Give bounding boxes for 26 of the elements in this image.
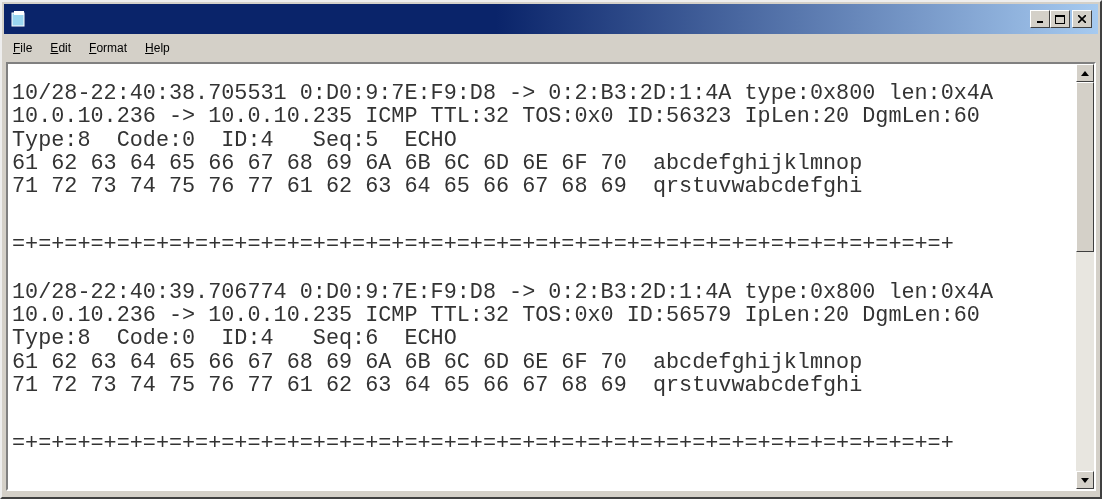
log-line: 61 62 63 64 65 66 67 68 69 6A 6B 6C 6D 6E 6F 70 abcdefghijklmnop	[12, 350, 863, 374]
menu-item[interactable]: File	[6, 41, 40, 55]
log-line: 10.0.10.236 -> 10.0.10.235 ICMP TTL:32 TOS:0x0 ID:56579 IpLen:20 DgmLen:60	[12, 304, 980, 328]
separator-line: =+=+=+=+=+=+=+=+=+=+=+=+=+=+=+=+=+=+=+=+=+=+=+=+=+=+=+=+=+=+=+=+=+=+=+=+	[12, 233, 954, 257]
log-line: Type:8 Code:0 ID:4 Seq:5 ECHO	[12, 128, 457, 152]
notepad-icon	[10, 10, 28, 28]
close-icon	[1078, 15, 1086, 23]
log-line: 61 62 63 64 65 66 67 68 69 6A 6B 6C 6D 6E 6F 70 abcdefghijklmnop	[12, 151, 863, 176]
vertical-scrollbar[interactable]	[1076, 64, 1094, 489]
log-line: 71 72 73 74 75 76 77 61 62 63 64 65 66 67 68 69 qrstuvwabcdefghi	[12, 175, 863, 199]
log-line: Type:8 Code:0 ID:4 Seq:6 ECHO	[12, 327, 457, 351]
separator-line: =+=+=+=+=+=+=+=+=+=+=+=+=+=+=+=+=+=+=+=+=+=+=+=+=+=+=+=+=+=+=+=+=+=+=+=+	[12, 432, 954, 456]
log-line: 10/28-22:40:39.706774 0:D0:9:7E:F9:D8 -> 0:2:B3:2D:1:4A type:0x800 len:0x4A	[12, 280, 994, 305]
minimize-button[interactable]	[1030, 10, 1050, 28]
maximize-icon	[1055, 14, 1065, 24]
maximize-button[interactable]	[1050, 10, 1070, 28]
menu-item[interactable]: Format	[82, 41, 135, 55]
log-line: 10/28-22:40:38.705531 0:D0:9:7E:F9:D8 -> 0:2:B3:2D:1:4A type:0x800 len:0x4A	[12, 82, 994, 106]
log-line: 71 72 73 74 75 76 77 61 62 63 64 65 66 67 68 69 qrstuvwabcdefghi	[12, 373, 863, 398]
menu-item[interactable]: Help	[138, 41, 177, 55]
scroll-down-icon[interactable]	[1076, 471, 1094, 489]
menu-item[interactable]: Edit	[43, 41, 79, 55]
log-line: 10.0.10.236 -> 10.0.10.235 ICMP TTL:32 TOS:0x0 ID:56323 IpLen:20 DgmLen:60	[12, 105, 980, 129]
close-button[interactable]	[1072, 10, 1092, 28]
scroll-thumb[interactable]	[1076, 82, 1094, 252]
scroll-up-icon[interactable]	[1076, 64, 1094, 82]
